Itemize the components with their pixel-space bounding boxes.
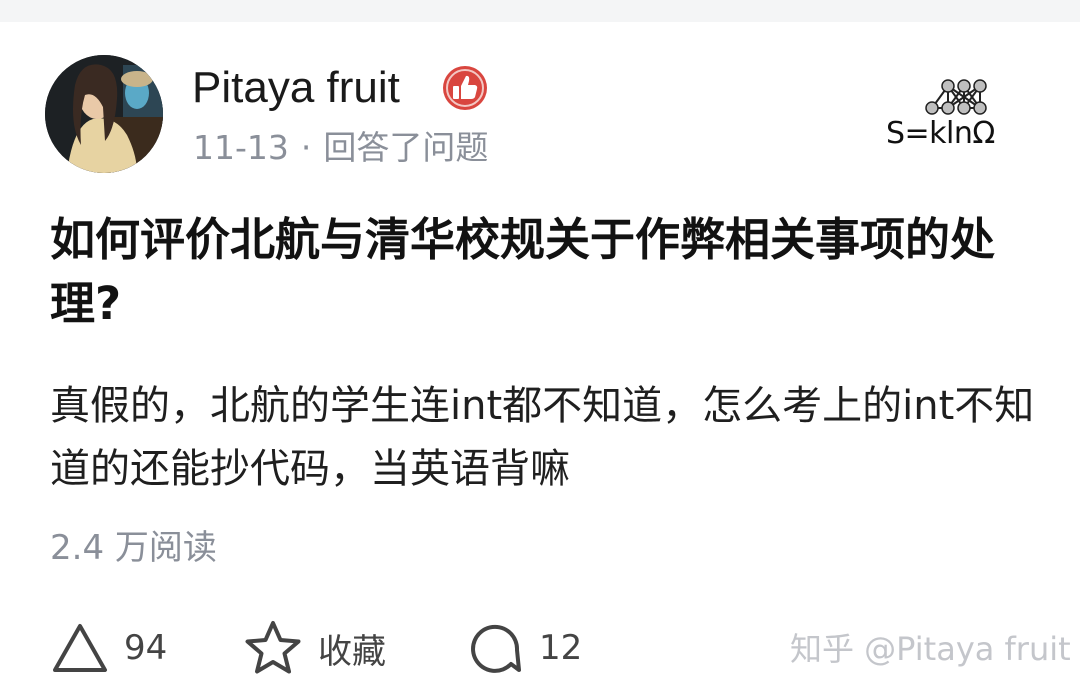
read-count: 2.4 万阅读: [50, 528, 217, 568]
upvote-button[interactable]: 94: [52, 620, 167, 676]
author-name[interactable]: Pitaya fruit: [192, 60, 400, 116]
thumbs-up-badge-icon: [442, 65, 488, 111]
question-title[interactable]: 如何评价北航与清华校规关于作弊相关事项的处理?: [50, 208, 1040, 336]
answer-date: 11-13: [193, 128, 289, 167]
meta-separator: ·: [300, 128, 312, 167]
comment-bubble-icon: [471, 624, 521, 673]
comment-button[interactable]: 12: [467, 620, 582, 676]
answer-meta: 11-13 · 回答了问题: [193, 125, 488, 171]
top-divider-bar: [0, 0, 1080, 22]
favorite-button[interactable]: 收藏: [244, 620, 386, 676]
brand-logo: S=klnΩ: [886, 78, 1002, 156]
comment-count: 12: [539, 628, 583, 668]
avatar[interactable]: [45, 55, 163, 173]
watermark: 知乎 @Pitaya fruit: [790, 630, 1071, 668]
brand-logo-text: S=klnΩ: [886, 116, 995, 151]
upvote-triangle-icon: [53, 624, 107, 672]
upvote-count: 94: [124, 628, 168, 668]
network-graph-icon: [925, 79, 987, 115]
answer-excerpt[interactable]: 真假的，北航的学生连int都不知道，怎么考上的int不知道的还能抄代码，当英语背…: [50, 375, 1050, 501]
answer-action-label: 回答了问题: [323, 128, 489, 167]
star-icon: [245, 621, 301, 674]
favorite-label: 收藏: [318, 631, 386, 672]
avatar-photo: [45, 55, 163, 173]
